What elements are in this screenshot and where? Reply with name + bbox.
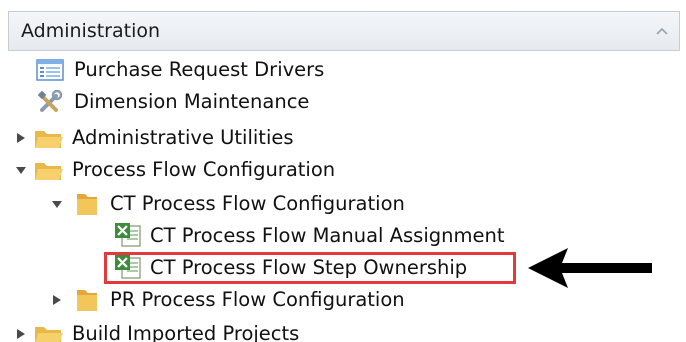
tree-item-label: CT Process Flow Manual Assignment — [150, 224, 505, 247]
tools-icon — [37, 90, 63, 112]
tree-item-label: PR Process Flow Configuration — [110, 288, 405, 311]
tree-item-process-flow-configuration[interactable]: Process Flow Configuration — [14, 154, 335, 186]
collapse-arrow-icon[interactable] — [50, 197, 64, 211]
highlight-box — [104, 252, 516, 284]
tree-item-pr-process-flow-configuration[interactable]: PR Process Flow Configuration — [50, 284, 405, 316]
tree-item-dimension-maintenance[interactable]: Dimension Maintenance — [36, 86, 309, 118]
tree-item-label: Dimension Maintenance — [74, 90, 310, 113]
expand-arrow-icon[interactable] — [14, 131, 28, 145]
folder-yellow-icon — [77, 194, 97, 215]
arrow-left-icon — [528, 248, 652, 288]
panel-title: Administration — [21, 20, 161, 42]
tree-item-label: Purchase Request Drivers — [74, 58, 325, 81]
collapse-arrow-icon[interactable] — [14, 163, 28, 177]
tree-item-ct-process-flow-configuration[interactable]: CT Process Flow Configuration — [50, 188, 405, 220]
tree-item-label: Build Imported Projects — [72, 322, 300, 342]
folder-open-icon — [35, 131, 63, 148]
administration-panel: Administration Purchase Request Drivers — [0, 0, 686, 342]
folder-open-icon — [35, 327, 63, 342]
folder-open-icon — [35, 163, 63, 180]
tree-item-build-imported-projects[interactable]: Build Imported Projects — [14, 318, 299, 342]
tree-item-purchase-request-drivers[interactable]: Purchase Request Drivers — [36, 54, 324, 86]
tree-item-label: Administrative Utilities — [72, 126, 294, 149]
tree-item-ct-process-flow-manual-assignment[interactable]: CT Process Flow Manual Assignment — [114, 220, 504, 252]
tree-item-label: Process Flow Configuration — [72, 158, 336, 181]
expand-arrow-icon[interactable] — [50, 293, 64, 307]
folder-yellow-icon — [77, 290, 97, 311]
tree-item-administrative-utilities[interactable]: Administrative Utilities — [14, 122, 294, 154]
expand-arrow-icon[interactable] — [14, 327, 28, 341]
panel-header[interactable]: Administration — [8, 11, 680, 51]
list-table-icon — [36, 59, 64, 81]
excel-icon — [115, 223, 141, 247]
tree-item-label: CT Process Flow Configuration — [110, 192, 405, 215]
chevron-up-icon[interactable] — [651, 20, 673, 42]
